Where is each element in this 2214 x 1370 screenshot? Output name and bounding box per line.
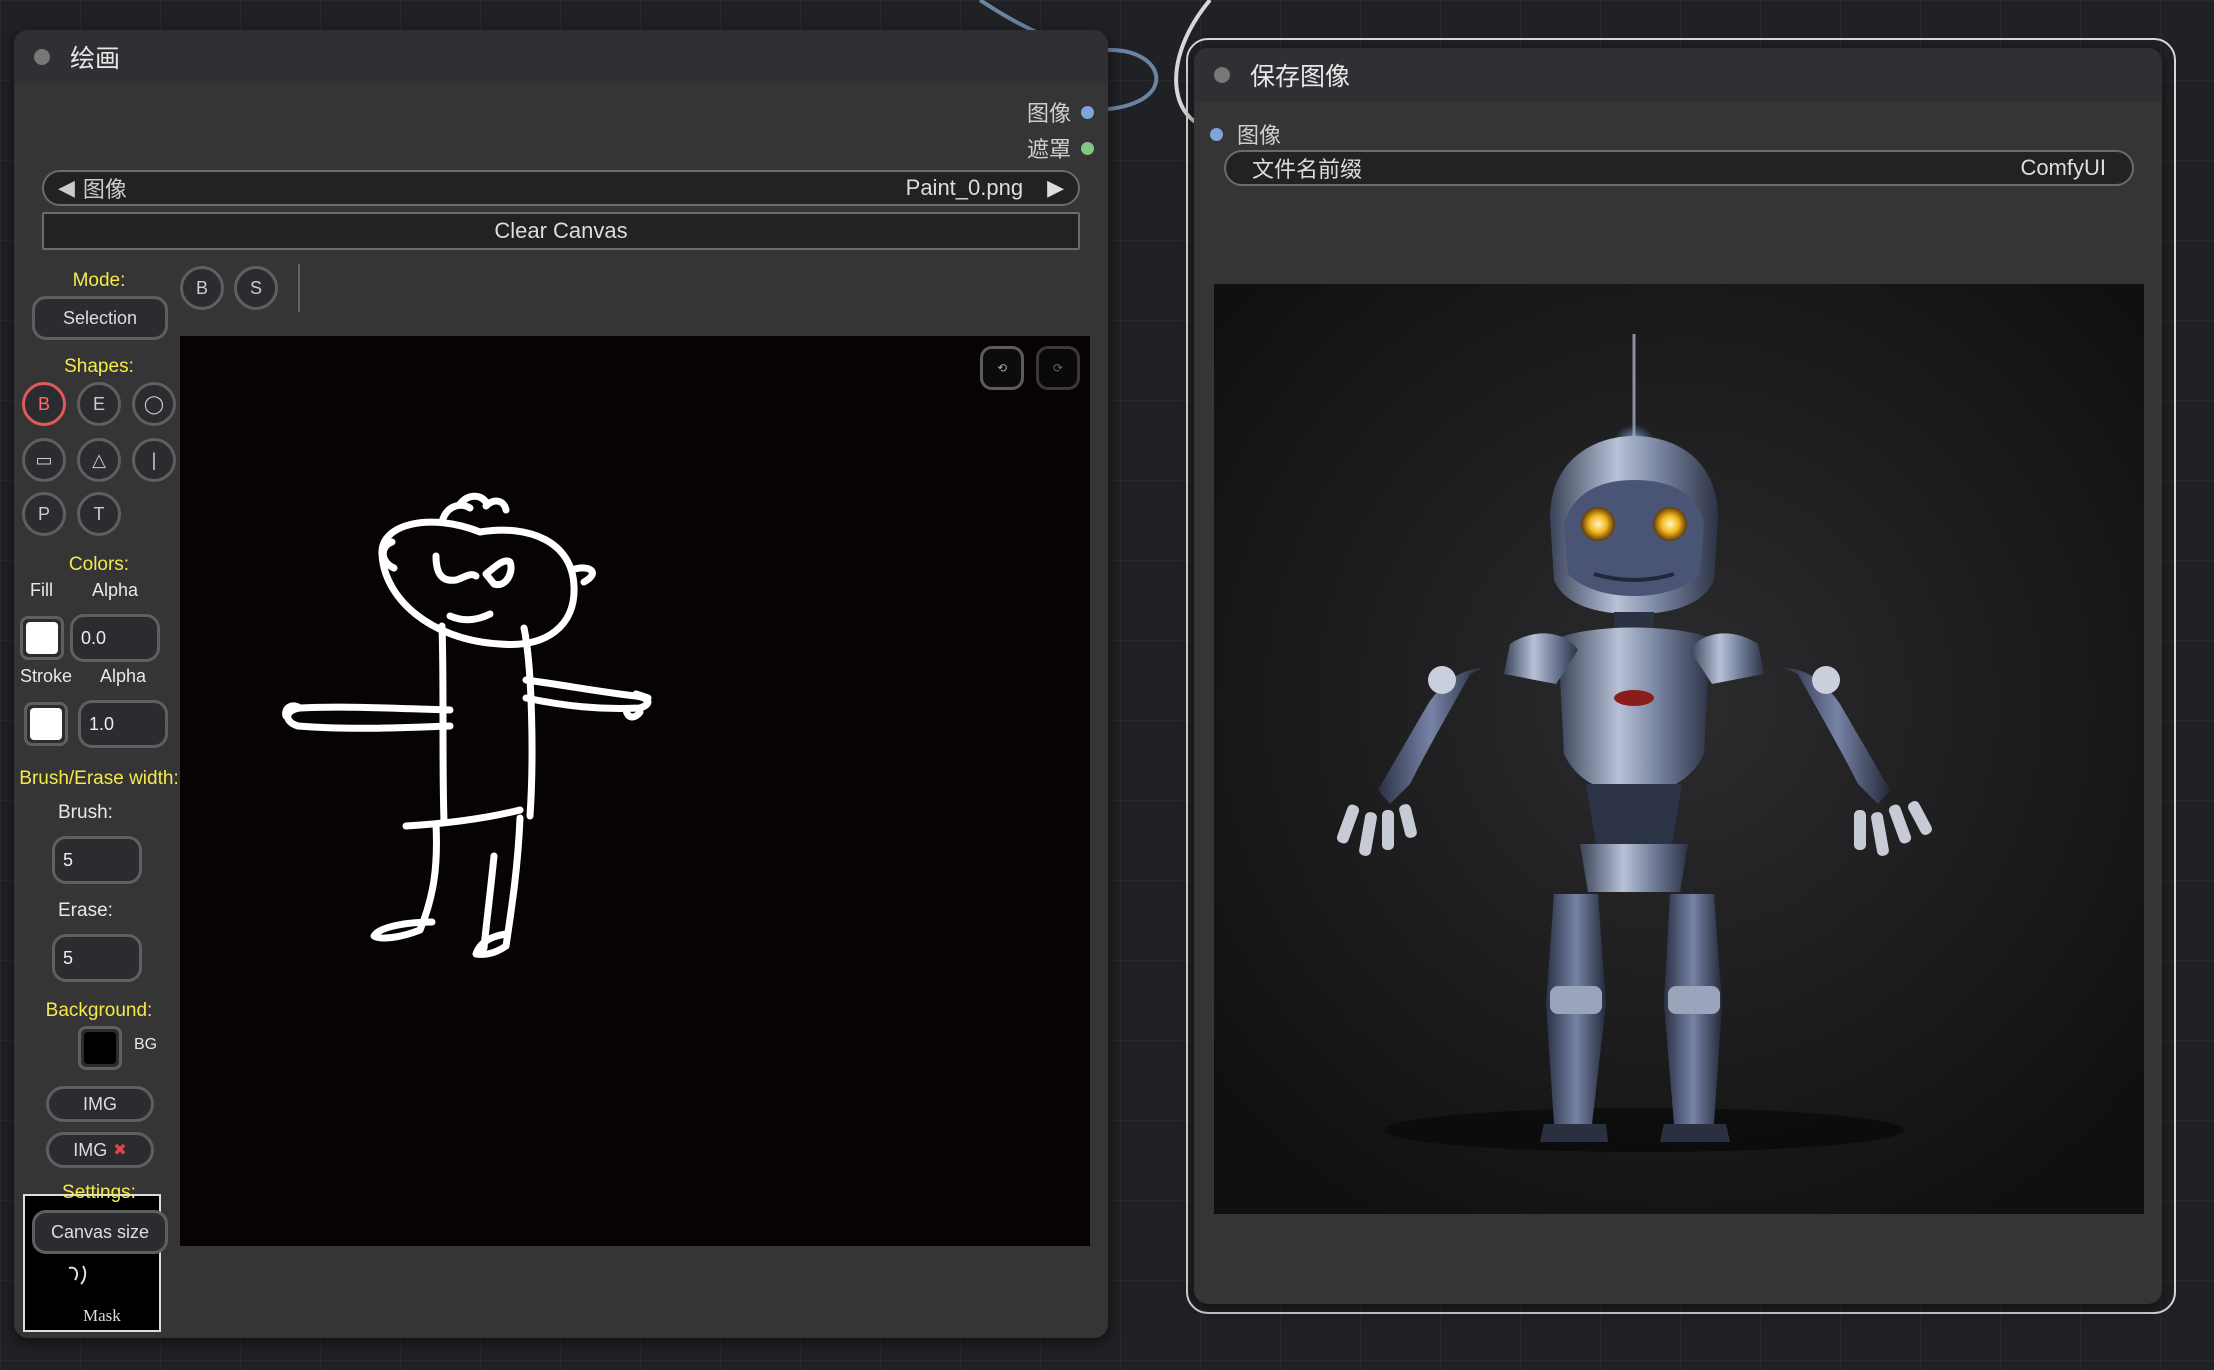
output-image-dot-icon[interactable]: [1081, 105, 1094, 119]
circle-icon[interactable]: ◯: [132, 382, 176, 426]
filename-prefix-value: ComfyUI: [2020, 155, 2106, 180]
mode-label: Mode:: [72, 270, 126, 291]
clear-canvas-button[interactable]: Clear Canvas: [42, 212, 1080, 250]
brush-width-label: Brush:: [58, 802, 113, 823]
combo-right-arrow-icon[interactable]: ▶: [1047, 175, 1064, 201]
stroke-color-swatch[interactable]: [24, 702, 68, 746]
erase-width-label: Erase:: [58, 900, 113, 921]
image-combo-value: Paint_0.png: [905, 175, 1024, 200]
input-image-dot-icon[interactable]: [1210, 127, 1223, 141]
fill-color-swatch[interactable]: [20, 616, 64, 660]
fill-alpha-input[interactable]: 0.0: [70, 614, 160, 662]
robot-preview-image[interactable]: [1214, 284, 2144, 1214]
background-color-swatch[interactable]: [78, 1026, 122, 1070]
load-image-button[interactable]: IMG: [46, 1086, 154, 1122]
brush-width-input[interactable]: 5: [52, 836, 142, 884]
output-image-label: 图像: [1026, 101, 1071, 126]
collapse-dot-icon[interactable]: [1214, 67, 1230, 83]
shapes-label: Shapes:: [64, 356, 134, 377]
save-node-header[interactable]: 保存图像: [1194, 48, 2162, 102]
collapse-dot-icon[interactable]: [34, 49, 50, 65]
text-icon[interactable]: T: [77, 492, 121, 536]
stroke-alpha-label: Alpha: [100, 666, 147, 686]
mode-selection-button[interactable]: Selection: [32, 296, 168, 340]
drawing-canvas[interactable]: ⟲ ⟳: [180, 336, 1090, 1246]
remove-image-label: IMG: [73, 1139, 108, 1160]
remove-image-button[interactable]: IMG ✖: [46, 1132, 154, 1168]
fill-label: Fill: [30, 580, 53, 600]
mask-label: Mask: [83, 1306, 121, 1325]
input-image-slot[interactable]: 图像: [1210, 118, 1281, 150]
settings-label: Settings:: [62, 1182, 136, 1203]
output-image-slot[interactable]: 图像: [1027, 96, 1094, 128]
stick-figure-drawing: [282, 492, 652, 958]
filename-prefix-label: 文件名前缀: [1252, 157, 1363, 182]
stroke-alpha-input[interactable]: 1.0: [78, 700, 168, 748]
painter-node[interactable]: 绘画 图像 遮罩 ◀ 图像 Paint_0.png ▶ Clear Canvas…: [14, 30, 1108, 1338]
brush-icon[interactable]: B: [22, 382, 66, 426]
fill-alpha-label: Alpha: [92, 580, 139, 600]
output-mask-slot[interactable]: 遮罩: [1027, 132, 1094, 164]
painter-node-header[interactable]: 绘画: [14, 30, 1108, 84]
polygon-icon[interactable]: P: [22, 492, 66, 536]
colors-label: Colors:: [68, 554, 130, 575]
save-image-node[interactable]: 保存图像 图像 文件名前缀 ComfyUI: [1194, 48, 2162, 1304]
painter-node-title: 绘画: [70, 45, 121, 73]
bg-label: BG: [134, 1036, 158, 1053]
eraser-icon[interactable]: E: [77, 382, 121, 426]
brush-erase-width-label: Brush/Erase width:: [19, 768, 179, 789]
line-icon[interactable]: |: [132, 438, 176, 482]
mode-button-s[interactable]: S: [234, 266, 278, 310]
stroke-label: Stroke: [20, 666, 73, 686]
mode-button-b[interactable]: B: [180, 266, 224, 310]
background-label: Background:: [45, 1000, 153, 1021]
output-mask-dot-icon[interactable]: [1081, 141, 1094, 155]
robot-render: [1214, 284, 2144, 1214]
rectangle-icon[interactable]: ▭: [22, 438, 66, 482]
combo-left-arrow-icon[interactable]: ◀: [58, 175, 75, 201]
save-node-title: 保存图像: [1250, 63, 1351, 91]
remove-x-icon: ✖: [113, 1142, 127, 1159]
output-mask-label: 遮罩: [1026, 137, 1071, 162]
image-combo-label: 图像: [82, 177, 127, 202]
erase-width-input[interactable]: 5: [52, 934, 142, 982]
triangle-icon[interactable]: △: [77, 438, 121, 482]
image-combo-widget[interactable]: ◀ 图像 Paint_0.png ▶: [42, 170, 1080, 206]
filename-prefix-input[interactable]: 文件名前缀 ComfyUI: [1224, 150, 2134, 186]
input-image-label: 图像: [1237, 123, 1282, 148]
toolbar-divider: [298, 264, 300, 312]
canvas-size-button[interactable]: Canvas size: [32, 1210, 168, 1254]
